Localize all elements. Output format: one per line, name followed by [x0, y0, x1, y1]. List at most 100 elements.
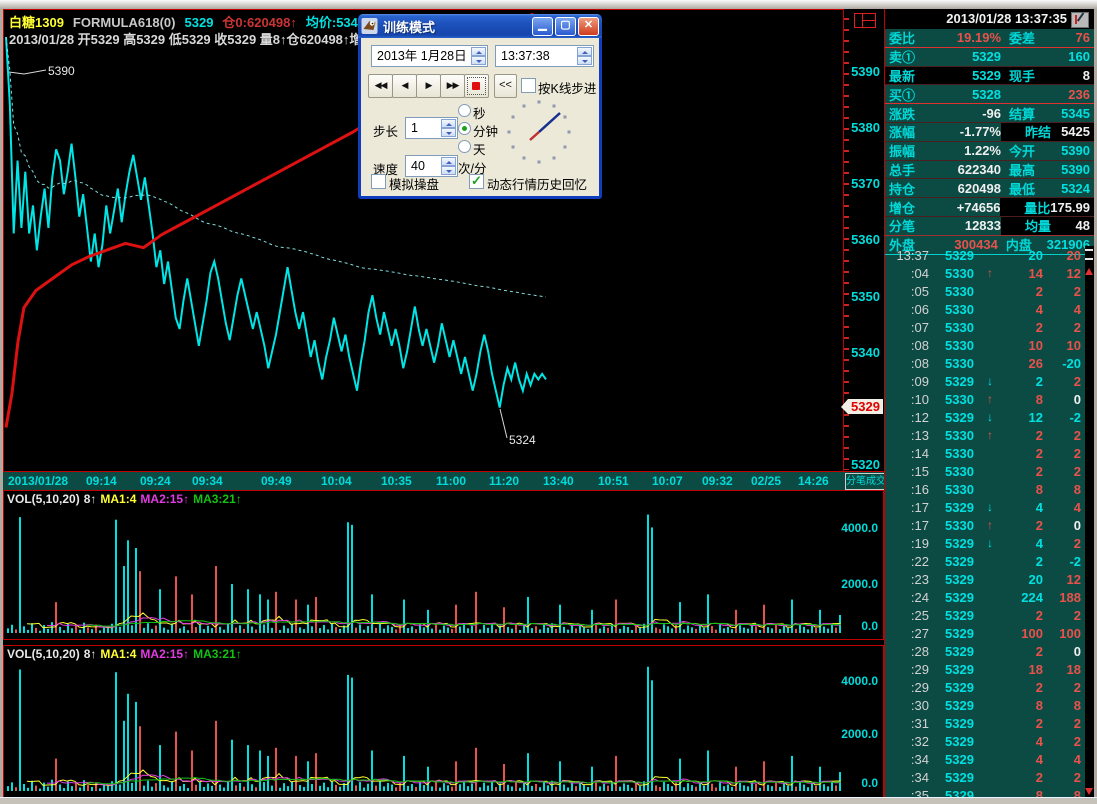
quote-row: 分笔12833均量48	[885, 217, 1095, 236]
tick-row[interactable]: :07533022	[885, 318, 1095, 336]
tick-row[interactable]: 13:3753292020	[885, 246, 1095, 264]
scroll-grip-icon[interactable]	[1085, 249, 1093, 260]
quote-cell: 总手	[885, 160, 933, 179]
tick-row[interactable]: :2353292012	[885, 570, 1095, 588]
sim-trading-checkbox[interactable]	[371, 174, 386, 189]
time-axis-label: 10:51	[598, 474, 629, 488]
time-axis: 2013/01/2809:1409:2409:3409:4910:0410:35…	[3, 471, 884, 492]
tick-cell: :25	[885, 608, 929, 623]
up-arrow-icon: ↑	[987, 428, 999, 442]
tick-row[interactable]: :31532922	[885, 714, 1095, 732]
tick-row[interactable]: :28532920	[885, 642, 1095, 660]
time-value: 13:37:38	[501, 49, 550, 63]
time-axis-label: 10:04	[321, 474, 352, 488]
mini-chart-icon[interactable]	[1071, 12, 1089, 28]
tick-row[interactable]: :245329224188	[885, 588, 1095, 606]
vol-indicator-label: VOL(5,10,20)	[7, 492, 80, 506]
kline-step-checkbox[interactable]	[521, 78, 536, 93]
play-button[interactable]: ▶	[416, 74, 441, 98]
minimize-button[interactable]: ▁	[532, 17, 553, 36]
tick-row[interactable]: :34532944	[885, 750, 1095, 768]
tick-row[interactable]: :135330↑22	[885, 426, 1095, 444]
tick-cell: :22	[885, 554, 929, 569]
record-button[interactable]	[464, 74, 489, 98]
scroll-up-icon[interactable]	[1085, 268, 1093, 275]
step-back-button[interactable]: ◀	[392, 74, 417, 98]
step-spinner[interactable]	[441, 119, 456, 137]
tick-cell: :31	[885, 716, 929, 731]
radio-seconds[interactable]	[458, 104, 471, 117]
open-price-annotation: 5390	[48, 64, 75, 78]
tick-cell: :27	[885, 626, 929, 641]
tick-row[interactable]: :14533022	[885, 444, 1095, 462]
tick-cell: 2	[999, 680, 1043, 695]
collapse-button[interactable]: <<	[494, 74, 517, 98]
daily-period-icon[interactable]	[854, 13, 876, 28]
spin-down-icon[interactable]	[471, 56, 486, 65]
spin-up-icon[interactable]	[577, 47, 592, 56]
radio-minutes[interactable]	[458, 122, 471, 135]
tick-cell: 5329	[945, 608, 987, 623]
tick-cell: 4	[999, 536, 1043, 551]
tick-row[interactable]: :32532942	[885, 732, 1095, 750]
tick-trade-tab[interactable]: 分笔成交	[845, 473, 885, 490]
radio-days[interactable]	[458, 140, 471, 153]
tick-cell: 13:37	[885, 248, 929, 263]
tick-row[interactable]: :08533026-20	[885, 354, 1095, 372]
time-spinner[interactable]	[577, 47, 592, 65]
tick-row[interactable]: :045330↑1412	[885, 264, 1095, 282]
tick-row[interactable]: :105330↑80	[885, 390, 1095, 408]
scroll-down-icon[interactable]	[1085, 788, 1093, 795]
tick-row[interactable]: :34532922	[885, 768, 1095, 786]
quote-cell: 最高	[1001, 160, 1051, 179]
volume-axis-label: 0.0	[832, 776, 878, 790]
tick-row[interactable]: :2253292-2	[885, 552, 1095, 570]
quote-cell: 量比	[1000, 198, 1050, 216]
vol-current-value: 8↑	[84, 492, 97, 506]
spin-up-icon[interactable]	[471, 47, 486, 56]
tick-row[interactable]: :15533022	[885, 462, 1095, 480]
time-axis-label: 10:07	[652, 474, 683, 488]
radio-seconds-label: 秒	[473, 103, 486, 122]
speed-spinner[interactable]	[441, 157, 456, 175]
tick-cell: :29	[885, 680, 929, 695]
tick-row[interactable]: :195329↓42	[885, 534, 1095, 552]
tick-row[interactable]: :29532922	[885, 678, 1095, 696]
tick-row[interactable]: :05533022	[885, 282, 1095, 300]
vol-ma3-label: MA3:21↑	[193, 647, 242, 661]
tick-row[interactable]: :30532988	[885, 696, 1095, 714]
training-mode-dialog: 训练模式 ▁ ▢ ✕ 2013年 1月28日 13:37:38 ◀◀ ◀ ▶ ▶…	[358, 14, 602, 199]
step-input[interactable]: 1	[405, 117, 458, 139]
tick-cell: 14	[999, 266, 1043, 281]
tick-cell: 4	[999, 500, 1043, 515]
time-input[interactable]: 13:37:38	[495, 45, 594, 67]
window-left-border	[0, 9, 3, 804]
tick-row[interactable]: :06533044	[885, 300, 1095, 318]
tick-row[interactable]: :175330↑20	[885, 516, 1095, 534]
tick-row[interactable]: :0853301010	[885, 336, 1095, 354]
tick-row[interactable]: :16533088	[885, 480, 1095, 498]
tick-row[interactable]: :095329↓22	[885, 372, 1095, 390]
spin-down-icon[interactable]	[577, 56, 592, 65]
tick-row[interactable]: :2953291818	[885, 660, 1095, 678]
dialog-titlebar[interactable]: 训练模式 ▁ ▢ ✕	[358, 14, 602, 38]
tick-scrollbar[interactable]	[1085, 246, 1094, 799]
tick-row[interactable]: :125329↓12-2	[885, 408, 1095, 426]
fast-forward-button[interactable]: ▶▶	[440, 74, 465, 98]
tick-cell: :08	[885, 356, 929, 371]
tick-cell: 2	[999, 770, 1043, 785]
rewind-button[interactable]: ◀◀	[368, 74, 393, 98]
tick-cell: :34	[885, 752, 929, 767]
tick-row[interactable]: :175329↓44	[885, 498, 1095, 516]
close-button[interactable]: ✕	[578, 17, 599, 36]
tick-cell: 5330	[945, 518, 987, 533]
tick-cell: 5329	[945, 410, 987, 425]
maximize-button[interactable]: ▢	[555, 17, 576, 36]
tick-row[interactable]: :275329100100	[885, 624, 1095, 642]
quote-cell: 236	[1051, 87, 1095, 102]
tick-row[interactable]: :25532922	[885, 606, 1095, 624]
vol-ma3-label: MA3:21↑	[193, 492, 242, 506]
date-spinner[interactable]	[471, 47, 486, 65]
replay-checkbox[interactable]	[469, 174, 484, 189]
date-input[interactable]: 2013年 1月28日	[371, 45, 488, 67]
